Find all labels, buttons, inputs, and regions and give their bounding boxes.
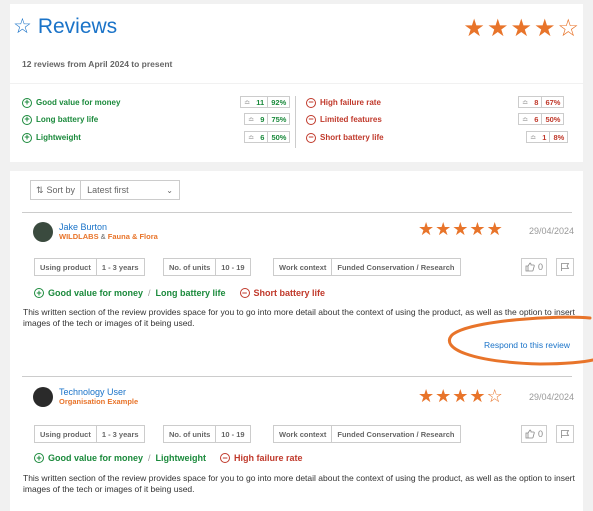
chevron-down-icon: ⌄ (166, 185, 173, 195)
summary-con-item: − Limited features (306, 113, 382, 126)
people-icon: ≏ (248, 132, 255, 142)
people-icon: ≏ (244, 97, 251, 107)
flag-icon (560, 429, 570, 439)
minus-circle-icon: − (306, 132, 316, 143)
star-filled-icon: ★ (463, 15, 487, 42)
people-icon: ≏ (530, 132, 537, 142)
flag-icon (560, 262, 570, 272)
star-outline-icon: ☆ (13, 15, 32, 38)
review-rating-stars: ★★★★☆ (418, 386, 504, 407)
summary-con-item: − High failure rate (306, 96, 381, 109)
sort-dropdown[interactable]: ⇅ Sort by Latest first ⌄ (30, 180, 180, 200)
like-button[interactable]: 0 (521, 258, 548, 276)
reviewer-org[interactable]: Organisation Example (59, 397, 138, 406)
star-outline-icon: ☆ (486, 386, 504, 406)
people-icon: ≏ (248, 114, 255, 124)
reviewer-info: Technology User Organisation Example (59, 387, 138, 406)
star-filled-icon: ★ (418, 219, 436, 239)
reviewer-name[interactable]: Technology User (59, 387, 138, 397)
review-rating-stars: ★★★★★ (418, 219, 504, 240)
context-work: Work context Funded Conservation / Resea… (273, 425, 461, 443)
people-icon: ≏ (522, 114, 529, 124)
summary-pro-item: + Lightweight (22, 131, 81, 144)
plus-circle-icon: + (22, 97, 32, 108)
plus-circle-icon: + (22, 132, 32, 143)
summary-con-stat: ≏ 8 67% (518, 96, 565, 108)
star-filled-icon: ★ (469, 219, 487, 239)
review-date: 29/04/2024 (529, 392, 575, 402)
context-work: Work context Funded Conservation / Resea… (273, 258, 461, 276)
review-tags: + Good value for money / Lightweight − H… (34, 453, 303, 463)
star-filled-icon: ★ (486, 15, 511, 42)
star-filled-icon: ★ (435, 219, 453, 239)
report-button[interactable] (556, 258, 574, 276)
like-count: 0 (538, 429, 544, 439)
plus-circle-icon: + (22, 114, 32, 125)
reviews-title: ☆ Reviews (13, 14, 118, 39)
plus-circle-icon: + (34, 453, 44, 463)
star-filled-icon: ★ (452, 219, 470, 239)
summary-pro-item: + Long battery life (22, 113, 98, 126)
thumbs-up-icon (525, 429, 535, 439)
summary-pro-stat: ≏ 6 50% (244, 131, 291, 143)
star-filled-icon: ★ (533, 15, 558, 42)
summary-divider (295, 96, 296, 148)
star-filled-icon: ★ (435, 386, 453, 406)
avatar[interactable] (33, 222, 53, 242)
sort-icon: ⇅ (36, 184, 44, 195)
star-filled-icon: ★ (469, 386, 487, 406)
minus-circle-icon: − (239, 288, 250, 298)
context-units: No. of units 10 - 19 (163, 258, 251, 276)
summary-pro-stat: ≏ 9 75% (244, 113, 291, 125)
respond-to-review-link[interactable]: Respond to this review (484, 340, 570, 350)
reviewer-name[interactable]: Jake Burton (59, 222, 158, 232)
summary-con-stat: ≏ 1 8% (526, 131, 569, 143)
avatar[interactable] (33, 387, 53, 407)
report-button[interactable] (556, 425, 574, 443)
like-count: 0 (538, 262, 544, 272)
plus-circle-icon: + (34, 288, 44, 298)
review-date: 29/04/2024 (529, 226, 575, 236)
summary-pro-stat: ≏ 11 92% (240, 96, 291, 108)
reviews-period: 12 reviews from April 2024 to present (22, 59, 173, 69)
context-units: No. of units 10 - 19 (163, 425, 251, 443)
summary-con-stat: ≏ 6 50% (518, 113, 565, 125)
summary-con-item: − Short battery life (306, 131, 384, 144)
divider (22, 212, 572, 213)
star-filled-icon: ★ (418, 386, 436, 406)
summary-pro-item: + Good value for money (22, 96, 120, 109)
review-body: This written section of the review provi… (23, 473, 575, 494)
context-using-product: Using product 1 - 3 years (34, 425, 145, 443)
thumbs-up-icon (525, 262, 535, 272)
divider (22, 376, 572, 377)
context-using-product: Using product 1 - 3 years (34, 258, 145, 276)
reviewer-org[interactable]: WILDLABS & Fauna & Flora (59, 232, 158, 241)
star-filled-icon: ★ (486, 219, 504, 239)
minus-circle-icon: − (306, 114, 316, 125)
star-filled-icon: ★ (510, 15, 534, 42)
star-filled-icon: ★ (452, 386, 470, 406)
minus-circle-icon: − (306, 97, 316, 108)
review-body: This written section of the review provi… (23, 307, 575, 328)
star-outline-icon: ☆ (557, 15, 581, 42)
minus-circle-icon: − (220, 453, 231, 463)
like-button[interactable]: 0 (521, 425, 548, 443)
reviewer-info: Jake Burton WILDLABS & Fauna & Flora (59, 222, 158, 241)
people-icon: ≏ (522, 97, 529, 107)
overall-rating-stars: ★★★★☆ (463, 14, 581, 43)
review-tags: + Good value for money / Long battery li… (34, 288, 325, 298)
